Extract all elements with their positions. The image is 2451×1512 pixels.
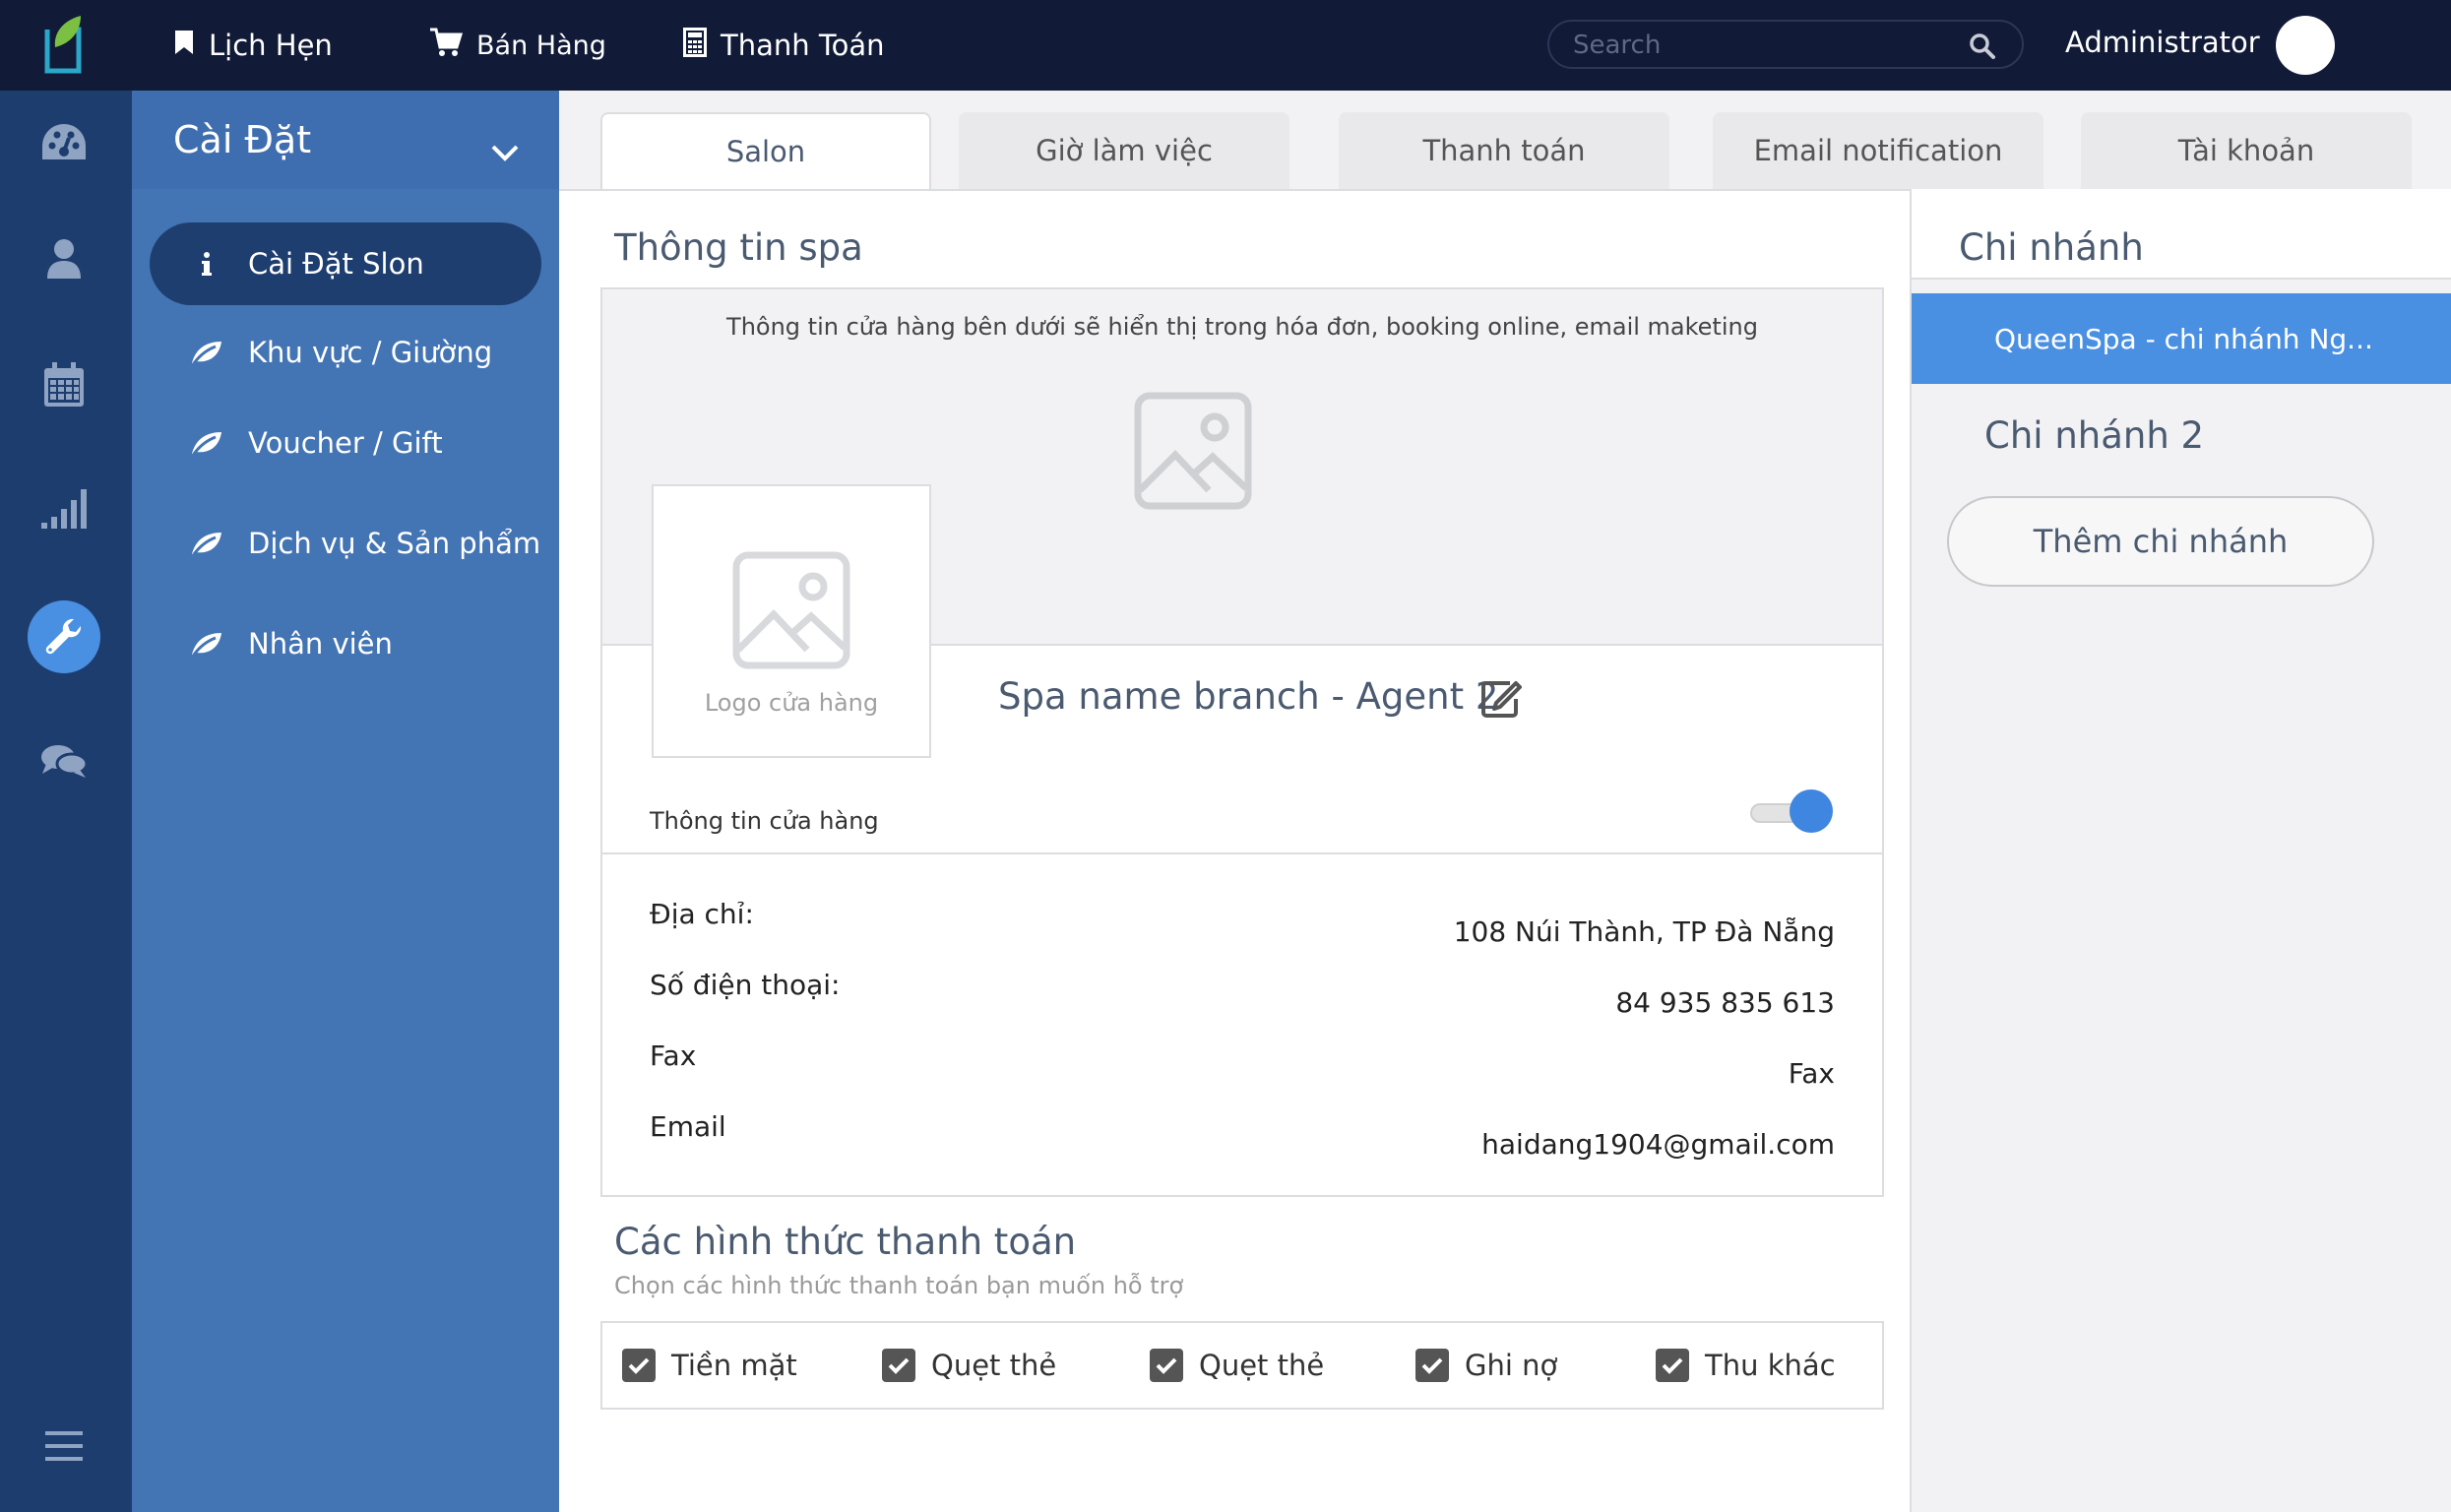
sidebar-item-label: Voucher / Gift [248,426,443,460]
payment-option-label: Quẹt thẻ [931,1349,1057,1382]
spa-info-card: Thông tin cửa hàng bên dưới sẽ hiển thị … [600,287,1884,1197]
payment-option-label: Quẹt thẻ [1199,1349,1325,1382]
cover-note: Thông tin cửa hàng bên dưới sẽ hiển thị … [726,313,1758,341]
search-box [1547,20,2024,69]
checkbox-checked-icon [1656,1349,1689,1382]
payment-option-cash[interactable]: Tiền mặt [622,1323,797,1408]
tab-payment[interactable]: Thanh toán [1339,112,1669,189]
fax-label: Fax [650,1040,697,1072]
sidebar-item-staff[interactable]: Nhân viên [150,602,541,685]
search-icon[interactable] [1969,32,1996,64]
signal-icon[interactable] [28,472,100,545]
checkbox-checked-icon [622,1349,656,1382]
address-value: 108 Núi Thành, TP Đà Nẵng [1453,915,1835,948]
checkbox-checked-icon [882,1349,915,1382]
store-info-toggle[interactable] [1746,789,1837,835]
fax-value: Fax [1788,1057,1835,1090]
user-name[interactable]: Administrator [2065,26,2260,59]
checkbox-checked-icon [1150,1349,1183,1382]
info-icon [189,251,224,277]
sidebar-item-label: Dịch vụ & Sản phẩm [248,527,541,560]
cart-icon [429,28,476,64]
sidebar-item-voucher[interactable]: Voucher / Gift [150,402,541,484]
wrench-icon[interactable] [28,600,100,673]
logo-label: Logo cửa hàng [704,689,879,717]
store-info-label: Thông tin cửa hàng [650,807,879,835]
branch-panel: Chi nhánh QueenSpa - chi nhánh Ng... Chi… [1910,189,2451,1512]
top-bar: Lịch Hẹn Bán Hàng Thanh Toán Search Admi… [0,0,2451,91]
checkbox-checked-icon [1415,1349,1449,1382]
calculator-icon [683,27,721,64]
chevron-down-icon [490,128,520,171]
image-placeholder-icon [1134,392,1252,514]
icon-rail [0,91,132,1512]
toggle-knob [1790,789,1833,833]
email-value: haidang1904@gmail.com [1481,1128,1835,1161]
chat-icon[interactable] [28,724,100,797]
nav-payment[interactable]: Thanh Toán [683,0,885,91]
email-label: Email [650,1110,726,1143]
tab-email-notification[interactable]: Email notification [1713,112,2043,189]
sidebar-item-services-products[interactable]: Dịch vụ & Sản phẩm [150,502,541,585]
tab-salon[interactable]: Salon [600,112,931,189]
edit-icon[interactable] [1480,679,1524,723]
sidebar-item-label: Khu vực / Giường [248,336,493,369]
address-label: Địa chỉ: [650,898,754,930]
nav-appointments-label: Lịch Hẹn [209,29,333,62]
nav-payment-label: Thanh Toán [721,29,885,62]
leaf-icon [189,430,224,456]
store-logo-upload[interactable]: Logo cửa hàng [652,484,931,758]
tab-account[interactable]: Tài khoản [2081,112,2412,189]
payment-option-label: Tiền mặt [671,1349,797,1382]
app-logo[interactable] [43,12,87,75]
payment-option-label: Ghi nợ [1465,1349,1558,1382]
payment-option-card-2[interactable]: Quẹt thẻ [1150,1323,1324,1408]
nav-sales-label: Bán Hàng [476,30,606,61]
phone-label: Số điện thoại: [650,969,841,1001]
spa-info-title: Thông tin spa [614,226,863,269]
payment-methods-box: Tiền mặt Quẹt thẻ Quẹt thẻ Ghi nợ Thu kh… [600,1321,1884,1410]
user-icon[interactable] [28,222,100,295]
branch-header: Chi nhánh [1912,189,2451,280]
sidebar-header[interactable]: Cài Đặt [132,91,559,189]
payment-option-debt[interactable]: Ghi nợ [1415,1323,1557,1408]
nav-appointments[interactable]: Lịch Hẹn [173,0,333,91]
menu-icon[interactable] [28,1410,100,1482]
branch-title: Chi nhánh [1959,226,2144,269]
spa-name: Spa name branch - Agent 2 [998,675,1499,718]
branch-item[interactable]: Chi nhánh 2 [1912,390,2451,480]
payment-methods-title: Các hình thức thanh toán [614,1221,1077,1263]
tabs-bar: Salon Giờ làm việc Thanh toán Email noti… [559,91,2451,189]
sidebar-item-salon-settings[interactable]: Cài Đặt Slon [150,222,541,305]
branch-item-active[interactable]: QueenSpa - chi nhánh Ng... [1912,293,2451,384]
payment-option-card[interactable]: Quẹt thẻ [882,1323,1056,1408]
tab-working-hours[interactable]: Giờ làm việc [959,112,1289,189]
sidebar-item-label: Nhân viên [248,627,393,661]
phone-value: 84 935 835 613 [1615,986,1835,1019]
divider [602,852,1882,854]
nav-sales[interactable]: Bán Hàng [429,0,606,91]
image-placeholder-icon [732,551,850,673]
payment-methods-subtitle: Chọn các hình thức thanh toán bạn muốn h… [614,1272,1184,1299]
sidebar-title: Cài Đặt [173,118,312,161]
bookmark-icon [173,29,209,62]
leaf-icon [189,340,224,365]
sidebar-item-label: Cài Đặt Slon [248,247,424,281]
payment-option-other[interactable]: Thu khác [1656,1323,1836,1408]
search-input[interactable] [1573,28,1967,63]
leaf-icon [189,531,224,556]
dashboard-icon[interactable] [28,106,100,179]
settings-sidebar: Cài Đặt Cài Đặt Slon Khu vực / Giường Vo… [132,91,559,1512]
calendar-icon[interactable] [28,348,100,421]
sidebar-item-areas-beds[interactable]: Khu vực / Giường [150,311,541,394]
add-branch-button[interactable]: Thêm chi nhánh [1947,496,2374,587]
payment-option-label: Thu khác [1705,1349,1836,1382]
avatar[interactable] [2276,16,2335,75]
leaf-icon [189,631,224,657]
